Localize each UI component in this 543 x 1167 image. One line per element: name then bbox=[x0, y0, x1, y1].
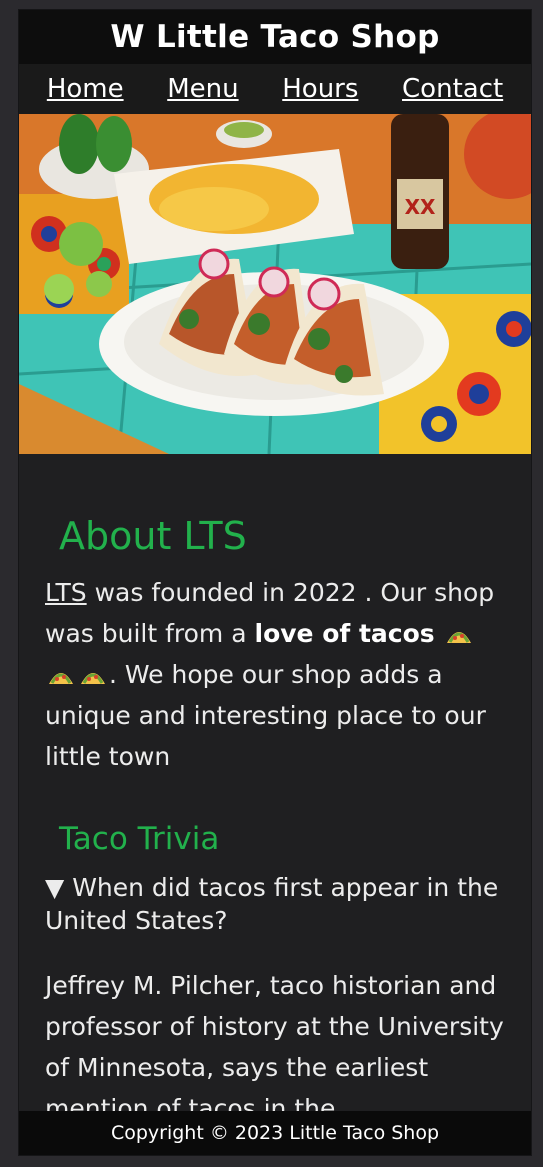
svg-text:XX: XX bbox=[405, 195, 436, 219]
main-content: About LTS LTS was founded in 2022 . Our … bbox=[19, 514, 531, 1129]
about-heading: About LTS bbox=[59, 514, 247, 558]
nav-menu-link[interactable]: Menu bbox=[167, 74, 238, 104]
lts-abbreviation: LTS bbox=[45, 578, 87, 607]
about-text-2: . We hope our shop adds a unique and int… bbox=[45, 660, 486, 771]
copyright-text: Copyright © 2023 Little Taco Shop bbox=[110, 1122, 440, 1144]
trivia-answer: Jeffrey M. Pilcher, taco historian and p… bbox=[45, 971, 504, 1123]
taco-icon bbox=[49, 673, 73, 684]
trivia-heading: Taco Trivia bbox=[59, 821, 220, 857]
nav-home-link[interactable]: Home bbox=[47, 74, 124, 104]
site-title: W Little Taco Shop bbox=[110, 19, 440, 55]
about-paragraph: LTS was founded in 2022 . Our shop was b… bbox=[45, 572, 505, 777]
site-header: W Little Taco Shop bbox=[19, 10, 531, 64]
site-footer: Copyright © 2023 Little Taco Shop bbox=[19, 1111, 531, 1155]
main-nav: Home Menu Hours Contact bbox=[19, 64, 531, 114]
hero-image: XX bbox=[19, 114, 531, 454]
love-of-tacos-text: love of tacos bbox=[254, 619, 435, 648]
trivia-question-toggle[interactable]: ▼ When did tacos first appear in the Uni… bbox=[45, 871, 505, 937]
expanded-triangle-icon: ▼ bbox=[45, 873, 65, 902]
trivia-question-text: When did tacos first appear in the Unite… bbox=[45, 873, 499, 935]
taco-icon bbox=[446, 632, 471, 643]
nav-contact-link[interactable]: Contact bbox=[402, 74, 503, 104]
page-frame: W Little Taco Shop Home Menu Hours Conta… bbox=[18, 9, 532, 1156]
taco-icon bbox=[81, 673, 105, 684]
nav-hours-link[interactable]: Hours bbox=[282, 74, 358, 104]
